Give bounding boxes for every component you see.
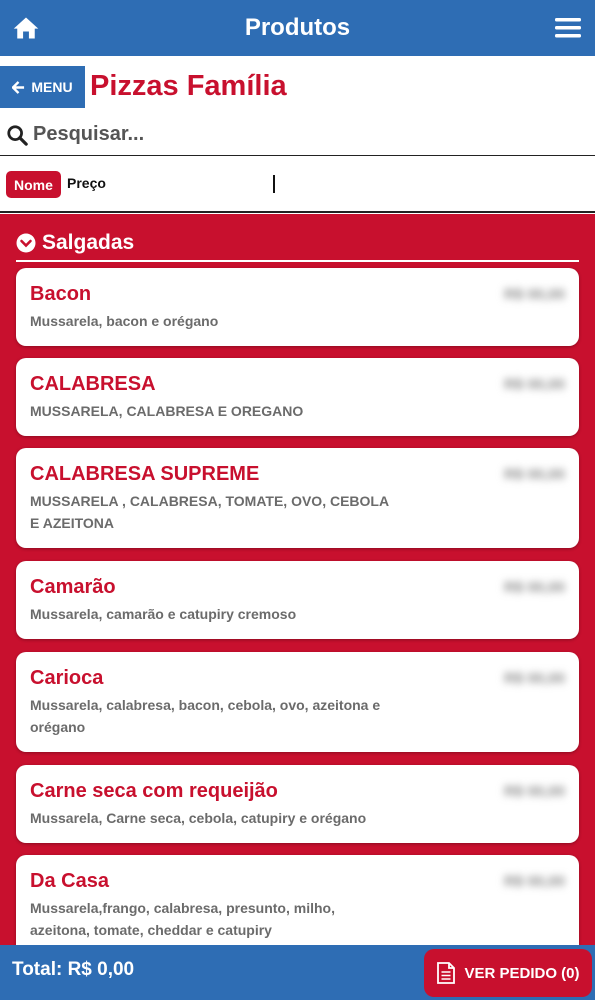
text-cursor: [273, 175, 275, 193]
product-name: Bacon: [30, 283, 92, 305]
product-description: MUSSARELA, CALABRESA E OREGANO: [30, 403, 304, 419]
product-name: Carioca: [30, 667, 104, 689]
product-card[interactable]: Carne seca com requeijão Mussarela, Carn…: [16, 765, 579, 843]
sort-by-price-button[interactable]: Preço: [67, 175, 106, 191]
product-price: R$ 00,00: [504, 579, 565, 596]
product-card[interactable]: Carioca Mussarela, calabresa, bacon, ceb…: [16, 652, 579, 752]
search-bar: [0, 114, 595, 156]
search-icon: [7, 124, 28, 146]
product-card[interactable]: CALABRESA MUSSARELA, CALABRESA E OREGANO…: [16, 358, 579, 436]
product-description: Mussarela, Carne seca, cebola, catupiry …: [30, 810, 367, 826]
product-price: R$ 00,00: [504, 670, 565, 687]
product-name: CALABRESA SUPREME: [30, 463, 260, 485]
product-price: R$ 00,00: [504, 783, 565, 800]
product-card[interactable]: Camarão Mussarela, camarão e catupiry cr…: [16, 561, 579, 639]
product-price: R$ 00,00: [504, 376, 565, 393]
order-total: Total: R$ 0,00: [12, 959, 135, 980]
product-price: R$ 00,00: [504, 286, 565, 303]
product-description: MUSSARELA , CALABRESA, TOMATE, OVO, CEBO…: [30, 493, 389, 531]
app-title: Produtos: [244, 14, 351, 41]
view-order-label: VER PEDIDO (0): [464, 964, 580, 982]
chevron-down-circle-icon: [16, 233, 36, 253]
product-list: Salgadas Bacon Mussarela, bacon e orégan…: [0, 214, 595, 945]
product-price: R$ 00,00: [504, 873, 565, 890]
category-header[interactable]: Salgadas: [16, 226, 579, 262]
sort-by-name-button[interactable]: Nome: [6, 171, 61, 198]
product-price: R$ 00,00: [504, 466, 565, 483]
product-name: CALABRESA: [30, 373, 156, 395]
sub-header: MENU Pizzas Família: [0, 56, 595, 112]
product-description: Mussarela,frango, calabresa, presunto, m…: [30, 900, 335, 938]
product-name: Camarão: [30, 576, 116, 598]
product-card[interactable]: Da Casa Mussarela,frango, calabresa, pre…: [16, 855, 579, 945]
top-navbar: Produtos: [0, 0, 595, 56]
page-title: Pizzas Família: [90, 70, 287, 102]
product-description: Mussarela, camarão e catupiry cremoso: [30, 606, 297, 622]
product-card[interactable]: Bacon Mussarela, bacon e orégano R$ 00,0…: [16, 268, 579, 346]
arrow-left-icon: [12, 80, 25, 94]
home-icon[interactable]: [12, 14, 40, 42]
product-description: Mussarela, bacon e orégano: [30, 313, 219, 329]
bottom-bar: Total: R$ 0,00 VER PEDIDO (0): [0, 945, 595, 1000]
search-input[interactable]: [33, 123, 553, 146]
view-order-button[interactable]: VER PEDIDO (0): [424, 949, 592, 997]
document-icon: [437, 962, 456, 984]
product-name: Da Casa: [30, 870, 109, 892]
category-title: Salgadas: [42, 231, 135, 254]
back-to-menu-button[interactable]: MENU: [0, 66, 85, 108]
product-name: Carne seca com requeijão: [30, 780, 278, 802]
product-card[interactable]: CALABRESA SUPREME MUSSARELA , CALABRESA,…: [16, 448, 579, 548]
product-description: Mussarela, calabresa, bacon, cebola, ovo…: [30, 697, 381, 735]
hamburger-icon[interactable]: [555, 16, 581, 40]
back-button-label: MENU: [31, 79, 73, 95]
sort-bar: Nome Preço: [0, 157, 595, 213]
